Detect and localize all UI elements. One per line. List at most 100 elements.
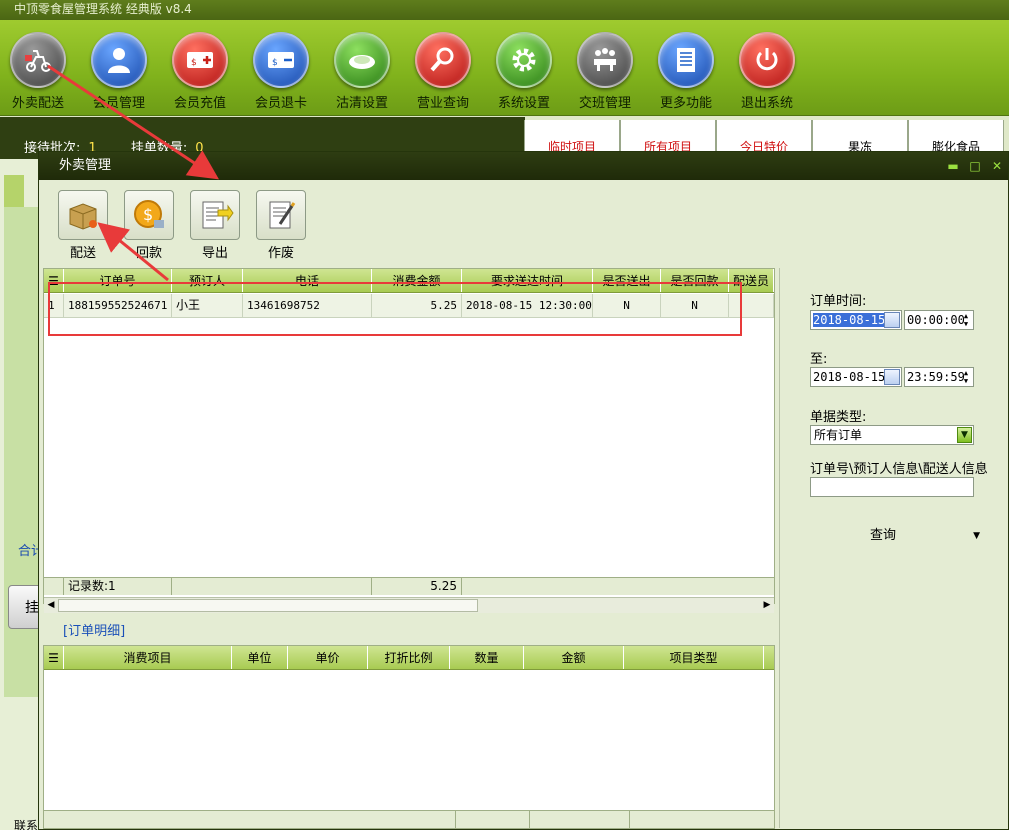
card-minus-icon: $ <box>253 32 309 88</box>
toolbar-business-query-label: 营业查询 <box>416 96 469 111</box>
from-time-value: 00:00:00 <box>907 313 965 327</box>
coin-icon: $ <box>124 190 174 240</box>
toolbar-delivery-label: 外卖配送 <box>11 96 64 111</box>
toolbar-refund-card-button[interactable]: $ 会员退卡 <box>241 32 321 116</box>
void-label: 作废 <box>267 246 294 261</box>
toolbar-settings-label: 系统设置 <box>497 96 550 111</box>
void-button[interactable]: 作废 <box>253 190 309 261</box>
scroll-right-icon[interactable]: ▶ <box>760 598 774 613</box>
order-type-label: 单据类型: <box>810 410 867 425</box>
contact-label: 联系 <box>14 819 39 830</box>
detail-summary-empty <box>44 811 456 828</box>
box-delivery-icon <box>58 190 108 240</box>
power-icon <box>739 32 795 88</box>
dialog-titlebar: 外卖管理 ▬ □ ✕ <box>39 152 1008 180</box>
user-icon <box>91 32 147 88</box>
toolbar-soldout-button[interactable]: 沽清设置 <box>322 32 402 116</box>
toolbar-member-button[interactable]: 会员管理 <box>79 32 159 116</box>
export-icon <box>190 190 240 240</box>
app-title-bar: 中顶零食屋管理系统 经典版 v8.4 <box>0 0 1009 20</box>
time-spinner-icon[interactable]: ▲ ▼ <box>960 312 972 328</box>
col-unit[interactable]: 单位 <box>232 646 288 669</box>
export-label: 导出 <box>201 246 228 261</box>
void-icon <box>256 190 306 240</box>
to-label: 至: <box>810 352 828 367</box>
order-detail-grid: ☰ 消费项目 单位 单价 打折比例 数量 金额 项目类型 <box>43 645 775 829</box>
background-grid-header <box>4 175 24 207</box>
col-unit-price[interactable]: 单价 <box>288 646 368 669</box>
chevron-down-icon[interactable]: ▼ <box>973 526 980 546</box>
from-time-input[interactable]: 00:00:00 ▲ ▼ <box>904 310 974 330</box>
search-label: 订单号\预订人信息\配送人信息 <box>810 462 988 477</box>
col-discount[interactable]: 打折比例 <box>368 646 450 669</box>
scooter-icon <box>10 32 66 88</box>
dialog-title: 外卖管理 <box>59 158 112 173</box>
record-count: 记录数:1 <box>64 578 172 595</box>
from-date-value: 2018-08-15 <box>813 313 886 327</box>
detail-grid-header: ☰ 消费项目 单位 单价 打折比例 数量 金额 项目类型 <box>44 646 774 670</box>
order-type-value: 所有订单 <box>814 428 863 442</box>
toolbar-recharge-button[interactable]: $ 会员充值 <box>160 32 240 116</box>
search-input[interactable] <box>810 477 974 497</box>
toolbar-settings-button[interactable]: 系统设置 <box>484 32 564 116</box>
payment-received-label: 回款 <box>135 246 162 261</box>
to-time-value: 23:59:59 <box>907 370 965 384</box>
list-icon <box>658 32 714 88</box>
filter-panel: 订单时间: 2018-08-15 00:00:00 ▲ ▼ 至: 2018-08-… <box>779 268 1007 828</box>
orders-summary-row: 记录数:1 5.25 <box>44 577 774 595</box>
toolbar-exit-button[interactable]: 退出系统 <box>727 32 807 116</box>
summary-spacer <box>44 578 64 595</box>
scroll-thumb[interactable] <box>58 599 478 612</box>
order-type-select[interactable]: 所有订单 ▼ <box>810 425 974 445</box>
scroll-left-icon[interactable]: ◀ <box>44 598 58 613</box>
card-plus-icon: $ <box>172 32 228 88</box>
plate-icon <box>334 32 390 88</box>
col-total[interactable]: 金额 <box>524 646 624 669</box>
detail-summary-amount <box>530 811 630 828</box>
background-order-list <box>0 159 40 830</box>
query-button[interactable]: 查询 ▼ <box>870 526 980 546</box>
svg-text:$: $ <box>191 58 197 68</box>
detail-summary-qty <box>456 811 530 828</box>
calendar-icon[interactable] <box>884 369 900 385</box>
calendar-icon[interactable] <box>884 312 900 328</box>
from-date-picker[interactable]: 2018-08-15 <box>810 310 902 330</box>
payment-received-button[interactable]: $ 回款 <box>121 190 177 261</box>
svg-text:$: $ <box>143 205 153 224</box>
col-quantity[interactable]: 数量 <box>450 646 524 669</box>
to-time-input[interactable]: 23:59:59 ▲ ▼ <box>904 367 974 387</box>
deliver-label: 配送 <box>69 246 96 261</box>
toolbar-more-label: 更多功能 <box>659 96 712 111</box>
col-item[interactable]: 消费项目 <box>64 646 232 669</box>
detail-grid-menu-icon[interactable]: ☰ <box>44 646 64 669</box>
main-toolbar: 外卖配送 会员管理 $ 会员充值 $ 会员退卡 沽清设置 营业查询 系统设置 交… <box>0 20 1009 116</box>
close-icon[interactable]: ✕ <box>986 152 1008 180</box>
toolbar-more-button[interactable]: 更多功能 <box>646 32 726 116</box>
app-title: 中顶零食屋管理系统 经典版 v8.4 <box>14 2 192 16</box>
toolbar-exit-label: 退出系统 <box>740 96 793 111</box>
minimize-icon[interactable]: ▬ <box>942 152 964 180</box>
summary-empty <box>172 578 372 595</box>
horizontal-scrollbar[interactable]: ◀ ▶ <box>44 597 774 613</box>
toolbar-recharge-label: 会员充值 <box>173 96 226 111</box>
toolbar-shift-label: 交班管理 <box>578 96 631 111</box>
gear-icon <box>496 32 552 88</box>
deliver-button[interactable]: 配送 <box>55 190 111 261</box>
order-detail-title: [订单明细] <box>63 624 126 639</box>
chevron-down-icon[interactable]: ▼ <box>957 427 972 443</box>
detail-summary-row <box>44 810 774 828</box>
svg-text:$: $ <box>272 58 278 68</box>
query-label: 查询 <box>870 528 897 543</box>
to-date-value: 2018-08-15 <box>813 370 886 384</box>
time-spinner-icon[interactable]: ▲ ▼ <box>960 369 972 385</box>
toolbar-shift-button[interactable]: 交班管理 <box>565 32 645 116</box>
col-item-type[interactable]: 项目类型 <box>624 646 764 669</box>
toolbar-delivery-button[interactable]: 外卖配送 <box>0 32 78 116</box>
magnifier-icon <box>415 32 471 88</box>
toolbar-business-query-button[interactable]: 营业查询 <box>403 32 483 116</box>
export-button[interactable]: 导出 <box>187 190 243 261</box>
toolbar-refund-card-label: 会员退卡 <box>254 96 307 111</box>
maximize-icon[interactable]: □ <box>964 152 986 180</box>
to-date-picker[interactable]: 2018-08-15 <box>810 367 902 387</box>
order-time-label: 订单时间: <box>810 294 867 309</box>
